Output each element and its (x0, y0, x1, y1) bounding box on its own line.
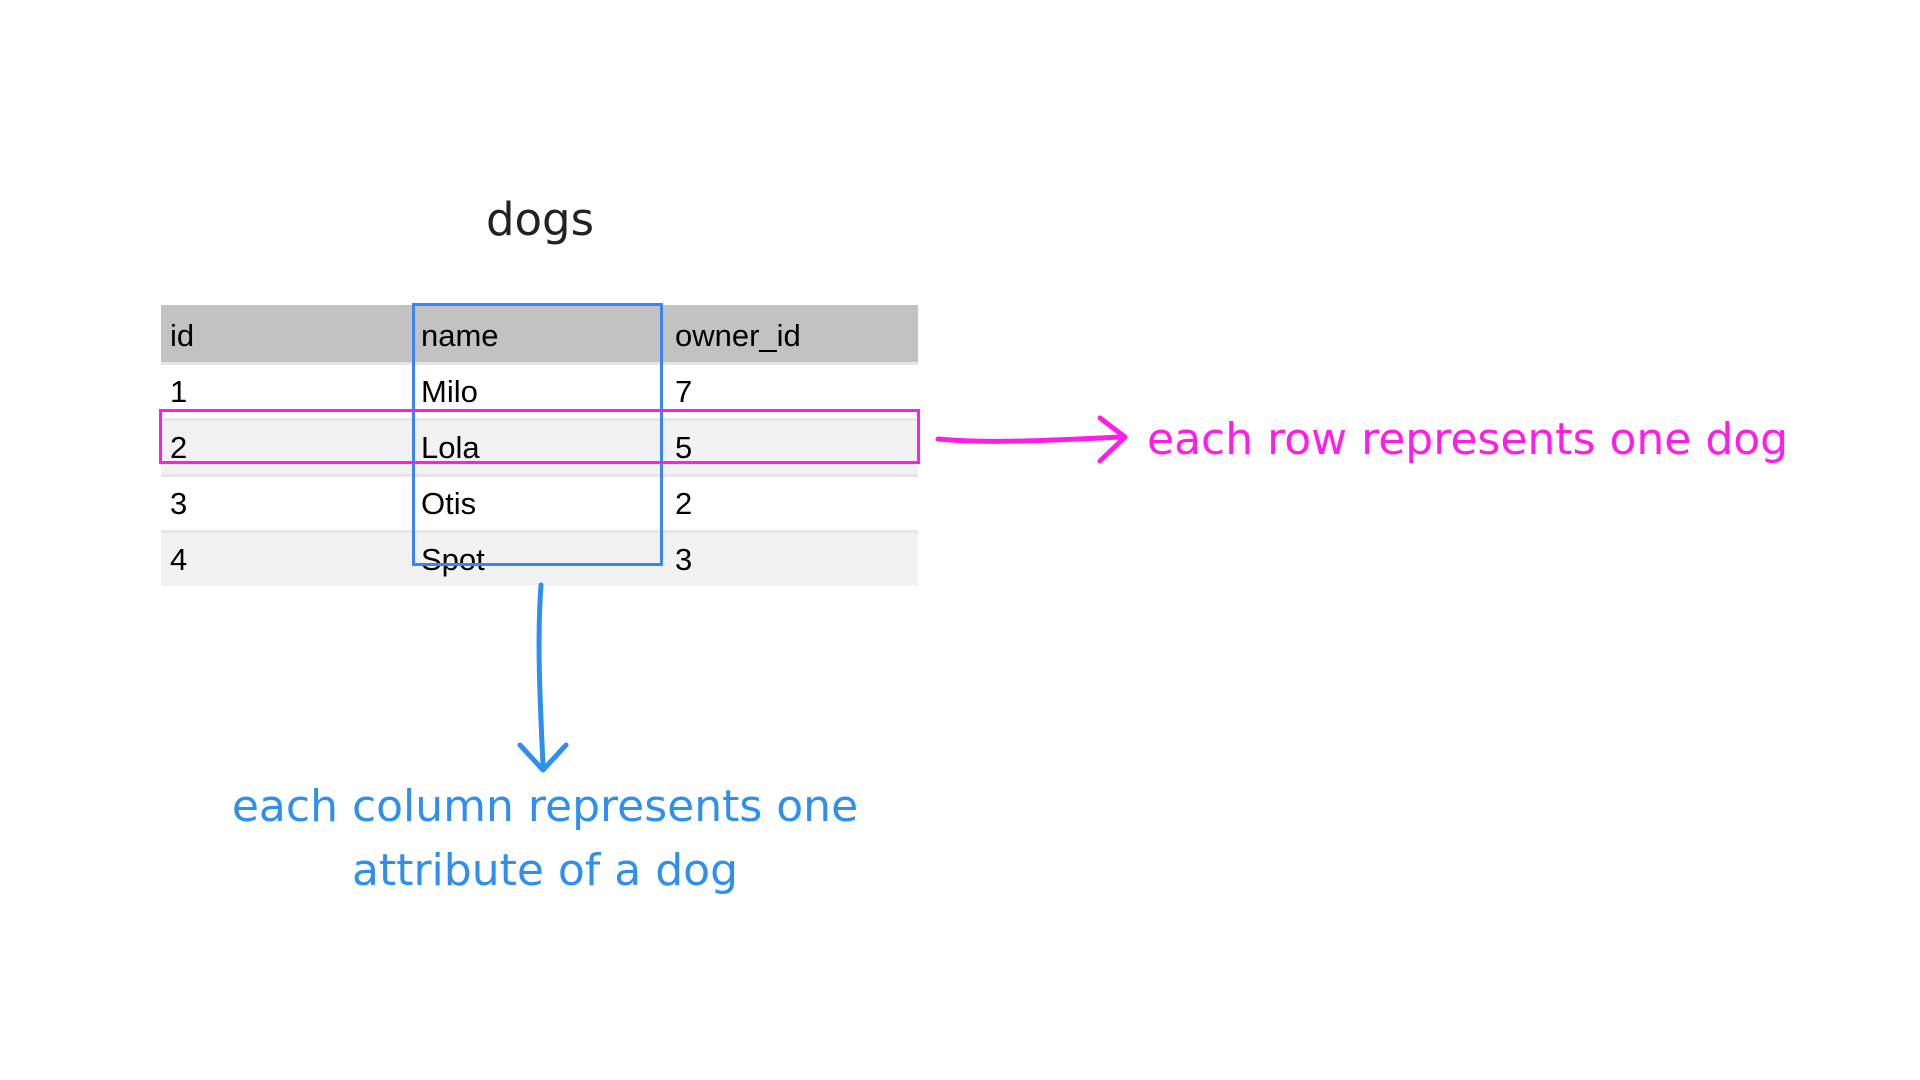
column-annotation-line: each column represents one (231, 781, 859, 832)
table-cell: 4 (170, 542, 188, 577)
table-cell: 1 (170, 374, 188, 409)
table-cell: 2 (675, 486, 693, 521)
row-annotation: each row represents one dog (1147, 414, 1789, 465)
column-header: owner_id (675, 318, 801, 353)
table-cell: 7 (675, 374, 693, 409)
dogs-table: id name owner_id 1 Milo 7 2 Lola 5 3 Oti… (161, 305, 918, 586)
table-row: 1 Milo 7 (161, 363, 918, 420)
diagram-canvas: dogs id name owner_id 1 Milo 7 2 Lola 5 (0, 0, 1920, 1080)
table-title: dogs (485, 193, 595, 246)
table-cell: 2 (170, 430, 188, 465)
table-cell: Lola (421, 430, 480, 465)
table-cell: 3 (170, 486, 188, 521)
table-header-row: id name owner_id (161, 305, 918, 364)
column-arrow (517, 582, 569, 773)
table-row: 4 Spot 3 (161, 531, 918, 586)
column-header: name (421, 318, 499, 353)
table-cell: Otis (421, 486, 477, 521)
table-cell: Milo (421, 374, 478, 409)
table-row: 2 Lola 5 (161, 419, 918, 476)
row-arrow (935, 415, 1128, 464)
table-cell: 5 (675, 430, 693, 465)
table-cell: 3 (675, 542, 693, 577)
column-annotation-line: attribute of a dog (351, 845, 739, 896)
table-cell: Spot (421, 542, 485, 577)
column-header: id (170, 318, 195, 353)
table-row: 3 Otis 2 (161, 475, 918, 532)
column-annotation: each column represents one attribute of … (230, 775, 860, 903)
